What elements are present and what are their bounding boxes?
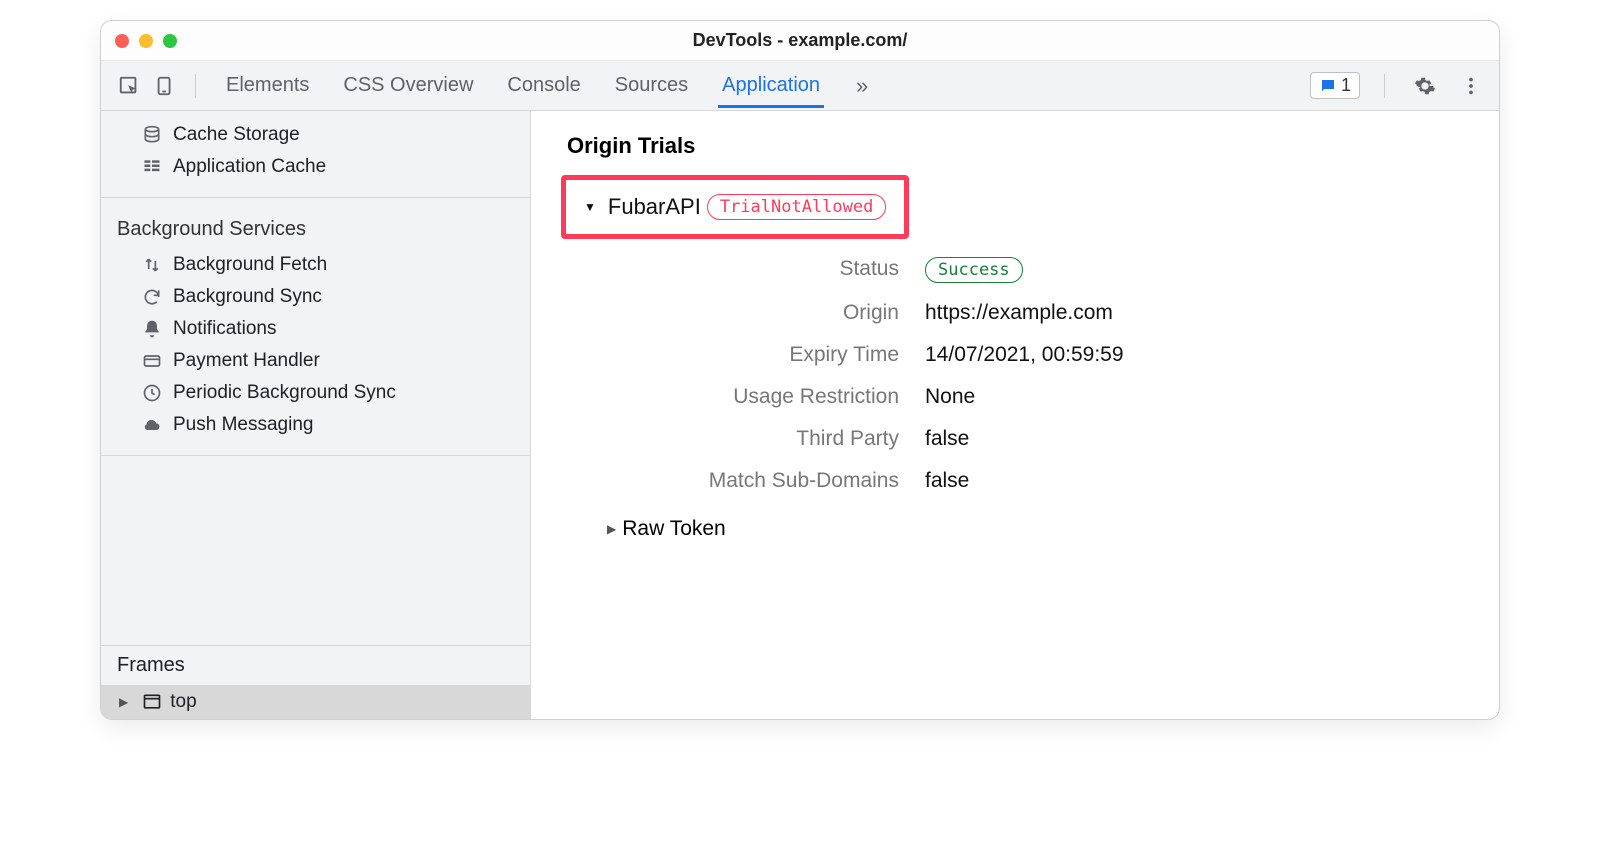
toolbar-right: 1 bbox=[1310, 70, 1487, 102]
window-minimize-button[interactable] bbox=[139, 34, 153, 48]
kv-val-status: Success bbox=[925, 257, 1469, 283]
database-icon bbox=[141, 124, 163, 146]
trial-highlight-box: FubarAPI TrialNotAllowed bbox=[561, 175, 909, 239]
tab-sources[interactable]: Sources bbox=[611, 64, 692, 108]
application-sidebar: Cache Storage Application Cache Backgrou… bbox=[101, 111, 531, 719]
tab-css-overview[interactable]: CSS Overview bbox=[339, 64, 477, 108]
sidebar-item-cache-storage[interactable]: Cache Storage bbox=[101, 119, 530, 151]
kv-val-usage: None bbox=[925, 385, 1469, 409]
sidebar-item-label: Payment Handler bbox=[173, 350, 320, 372]
sidebar-item-label: Push Messaging bbox=[173, 414, 313, 436]
trial-name: FubarAPI bbox=[608, 194, 701, 220]
kv-key-status: Status bbox=[589, 257, 899, 283]
sidebar-section-background-services: Background Services Background Fetch Bac… bbox=[101, 198, 530, 456]
status-success-pill: Success bbox=[925, 257, 1023, 283]
sidebar-heading-background-services: Background Services bbox=[101, 210, 530, 249]
bell-icon bbox=[141, 318, 163, 340]
sidebar-item-push-messaging[interactable]: Push Messaging bbox=[101, 409, 530, 441]
kv-key-matchsub: Match Sub-Domains bbox=[589, 469, 899, 493]
sidebar-item-background-fetch[interactable]: Background Fetch bbox=[101, 249, 530, 281]
trial-status-pill: TrialNotAllowed bbox=[707, 194, 887, 220]
inspect-element-icon[interactable] bbox=[113, 70, 145, 102]
origin-trials-heading: Origin Trials bbox=[567, 133, 1469, 159]
kv-key-expiry: Expiry Time bbox=[589, 343, 899, 367]
sidebar-section-cache: Cache Storage Application Cache bbox=[101, 111, 530, 198]
devtools-window: DevTools - example.com/ Elements CSS Ove… bbox=[100, 20, 1500, 720]
tab-elements[interactable]: Elements bbox=[222, 64, 313, 108]
window-frame-icon bbox=[142, 692, 162, 712]
grid-icon bbox=[141, 156, 163, 178]
panel-tabs: Elements CSS Overview Console Sources Ap… bbox=[222, 64, 1306, 108]
sidebar-item-label: Application Cache bbox=[173, 156, 326, 178]
panel-body: Cache Storage Application Cache Backgrou… bbox=[101, 111, 1499, 719]
application-main: Origin Trials FubarAPI TrialNotAllowed S… bbox=[531, 111, 1499, 719]
frame-label: top bbox=[170, 691, 196, 713]
sidebar-item-label: Notifications bbox=[173, 318, 277, 340]
sidebar-item-label: Cache Storage bbox=[173, 124, 300, 146]
trial-details: Status Success Origin https://example.co… bbox=[589, 257, 1469, 493]
sidebar-heading-frames: Frames bbox=[101, 645, 530, 685]
messages-badge[interactable]: 1 bbox=[1310, 72, 1360, 99]
kv-val-matchsub: false bbox=[925, 469, 1469, 493]
sidebar-item-payment-handler[interactable]: Payment Handler bbox=[101, 345, 530, 377]
messages-count: 1 bbox=[1341, 75, 1351, 96]
updown-arrows-icon bbox=[141, 254, 163, 276]
kv-val-expiry: 14/07/2021, 00:59:59 bbox=[925, 343, 1469, 367]
kv-val-origin: https://example.com bbox=[925, 301, 1469, 325]
kv-key-origin: Origin bbox=[589, 301, 899, 325]
sidebar-item-notifications[interactable]: Notifications bbox=[101, 313, 530, 345]
window-close-button[interactable] bbox=[115, 34, 129, 48]
trial-fubarapi-row[interactable]: FubarAPI TrialNotAllowed bbox=[584, 194, 886, 220]
cloud-icon bbox=[141, 414, 163, 436]
tab-console[interactable]: Console bbox=[503, 64, 584, 108]
credit-card-icon bbox=[141, 350, 163, 372]
sync-icon bbox=[141, 286, 163, 308]
raw-token-label: Raw Token bbox=[622, 517, 726, 541]
kv-key-thirdparty: Third Party bbox=[589, 427, 899, 451]
sidebar-item-periodic-background-sync[interactable]: Periodic Background Sync bbox=[101, 377, 530, 409]
sidebar-item-label: Periodic Background Sync bbox=[173, 382, 396, 404]
sidebar-item-application-cache[interactable]: Application Cache bbox=[101, 151, 530, 183]
window-maximize-button[interactable] bbox=[163, 34, 177, 48]
settings-gear-icon[interactable] bbox=[1409, 70, 1441, 102]
device-toolbar-icon[interactable] bbox=[149, 70, 181, 102]
kv-val-thirdparty: false bbox=[925, 427, 1469, 451]
frame-row-top[interactable]: top bbox=[101, 685, 530, 719]
tab-application[interactable]: Application bbox=[718, 64, 824, 108]
raw-token-row[interactable]: Raw Token bbox=[607, 517, 1469, 541]
titlebar: DevTools - example.com/ bbox=[101, 21, 1499, 61]
traffic-lights bbox=[115, 34, 177, 48]
clock-icon bbox=[141, 382, 163, 404]
toolbar: Elements CSS Overview Console Sources Ap… bbox=[101, 61, 1499, 111]
kebab-menu-icon[interactable] bbox=[1455, 70, 1487, 102]
sidebar-item-label: Background Sync bbox=[173, 286, 322, 308]
toolbar-divider bbox=[1384, 74, 1385, 98]
sidebar-item-label: Background Fetch bbox=[173, 254, 327, 276]
window-title: DevTools - example.com/ bbox=[101, 30, 1499, 51]
sidebar-section-frames: Frames top bbox=[101, 645, 530, 719]
kv-key-usage: Usage Restriction bbox=[589, 385, 899, 409]
sidebar-item-background-sync[interactable]: Background Sync bbox=[101, 281, 530, 313]
more-tabs-chevron-icon[interactable]: » bbox=[850, 73, 874, 99]
toolbar-divider bbox=[195, 74, 196, 98]
